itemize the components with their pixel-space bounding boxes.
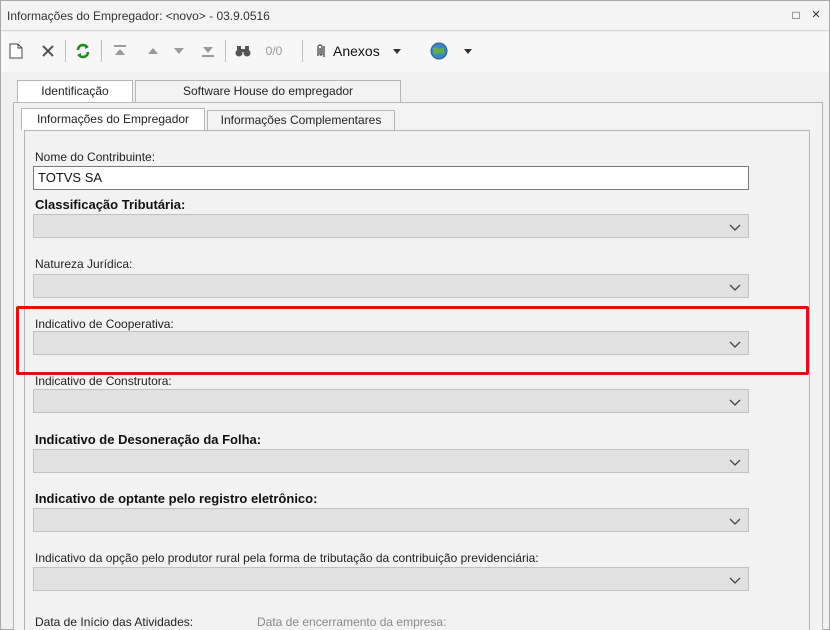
restore-icon[interactable]: □ [789,8,803,22]
chevron-down-icon [729,577,741,584]
tab-informacoes-complementares[interactable]: Informações Complementares [207,110,395,130]
label-indicativo-construtora: Indicativo de Construtora: [35,374,172,388]
attachments-label: Anexos [333,43,380,59]
chevron-down-icon [392,49,401,54]
indicativo-desoneracao-select[interactable] [33,449,749,473]
classificacao-tributaria-select[interactable] [33,214,749,238]
indicativo-construtora-select[interactable] [33,389,749,413]
indicativo-registro-eletronico-select[interactable] [33,508,749,532]
refresh-icon[interactable] [73,40,93,62]
toolbar-separator [101,40,102,62]
window-title: Informações do Empregador: <novo> - 03.9… [7,9,270,23]
new-doc-icon[interactable] [7,40,25,62]
label-natureza-juridica: Natureza Jurídica: [35,257,133,271]
toolbar-separator [65,40,66,62]
paperclip-icon [317,44,325,57]
globe-icon [430,42,448,60]
label-data-encerramento: Data de encerramento da empresa: [257,615,447,629]
tab-identificacao[interactable]: Identificação [17,80,133,102]
label-classificacao-tributaria: Classificação Tributária: [35,197,186,212]
label-nome-contribuinte: Nome do Contribuinte: [35,150,156,164]
attachments-button[interactable]: Anexos [313,40,413,62]
globe-menu-button[interactable] [429,40,475,62]
label-indicativo-produtor-rural: Indicativo da opção pelo produtor rural … [35,551,539,565]
toolbar-separator [302,40,303,62]
employer-info-window: Informações do Empregador: <novo> - 03.9… [0,0,830,630]
chevron-down-icon [729,224,741,231]
title-bar: Informações do Empregador: <novo> - 03.9… [1,1,829,31]
tab-software-house[interactable]: Software House do empregador [135,80,401,102]
label-data-inicio: Data de Início das Atividades: [35,615,194,629]
tab-informacoes-empregador[interactable]: Informações do Empregador [21,108,205,130]
highlight-box [16,306,809,375]
toolbar: 0/0 Anexos [1,32,829,72]
nome-contribuinte-input[interactable]: TOTVS SA [33,166,749,190]
binoculars-icon[interactable] [233,40,253,62]
chevron-down-icon [729,518,741,525]
label-indicativo-registro-eletronico: Indicativo de optante pelo registro elet… [35,491,318,506]
chevron-down-icon [464,49,472,54]
natureza-juridica-select[interactable] [33,274,749,298]
chevron-down-icon [729,399,741,406]
chevron-down-icon [729,284,741,291]
delete-icon[interactable] [39,40,57,62]
label-indicativo-desoneracao: Indicativo de Desoneração da Folha: [35,432,262,447]
next-record-icon[interactable] [171,40,187,62]
indicativo-produtor-rural-select[interactable] [33,567,749,591]
last-record-icon[interactable] [199,40,217,62]
close-icon[interactable]: × [809,7,823,22]
chevron-down-icon [729,459,741,466]
toolbar-separator [225,40,226,62]
previous-record-icon[interactable] [145,40,161,62]
first-record-icon[interactable] [111,40,129,62]
record-counter: 0/0 [265,44,283,58]
